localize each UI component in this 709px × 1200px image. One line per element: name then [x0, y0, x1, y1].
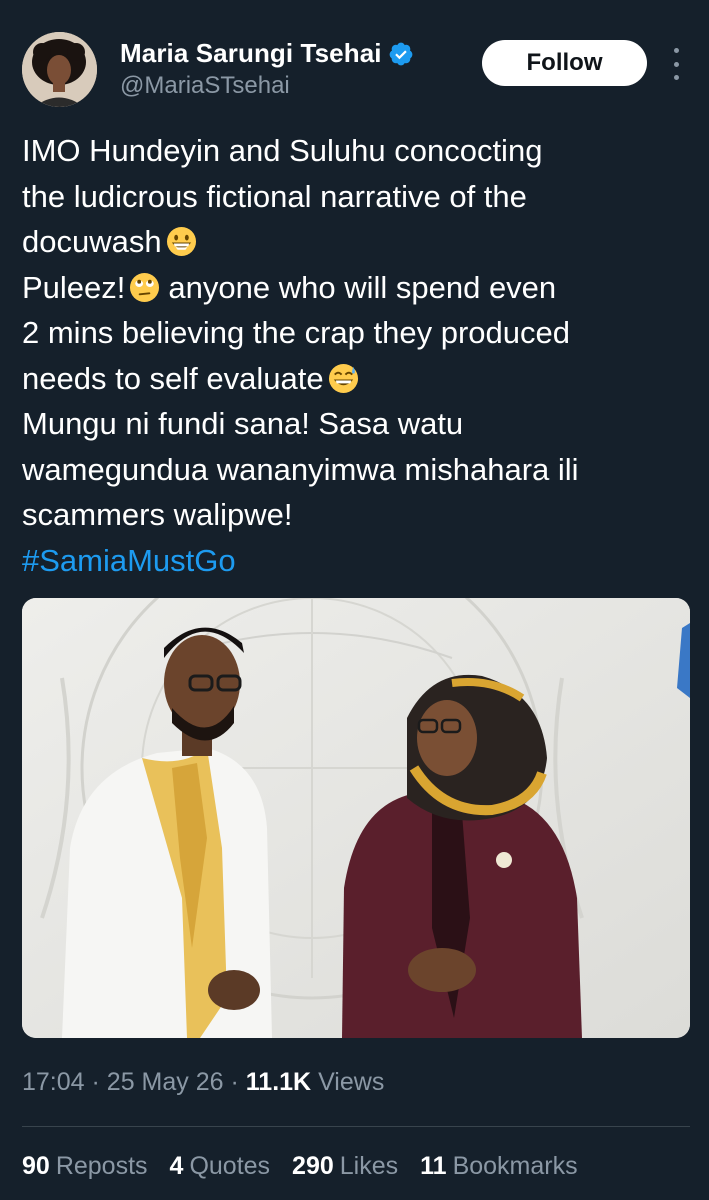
tweet-line: scammers walipwe! — [22, 492, 682, 538]
tweet-line-text: docuwash — [22, 224, 162, 259]
author-name-row[interactable]: Maria Sarungi Tsehai — [120, 38, 414, 69]
author-handle[interactable]: @MariaSTsehai — [120, 72, 290, 100]
eye-roll-emoji-icon — [129, 272, 160, 303]
bookmarks-stat[interactable]: 11 Bookmarks — [420, 1152, 577, 1181]
tweet-line: wamegundua wananyimwa mishahara ili — [22, 447, 682, 493]
tweet-line-text: scammers walipwe! — [22, 497, 293, 532]
reposts-label: Reposts — [55, 1152, 148, 1180]
tweet-line: Mungu ni fundi sana! Sasa watu — [22, 401, 682, 447]
tweet-text: IMO Hundeyin and Suluhu concocting the l… — [22, 128, 682, 583]
views-label: Views — [318, 1068, 385, 1096]
tweet-line: needs to self evaluate — [22, 356, 682, 402]
quotes-stat[interactable]: 4 Quotes — [170, 1152, 271, 1181]
tweet-line: Puleez! anyone who will spend even — [22, 265, 682, 311]
bookmarks-label: Bookmarks — [452, 1152, 578, 1180]
quotes-label: Quotes — [189, 1152, 271, 1180]
likes-label: Likes — [339, 1152, 399, 1180]
tweet-line-text: needs to self evaluate — [22, 360, 324, 396]
quotes-count: 4 — [169, 1152, 184, 1180]
reposts-count: 90 — [22, 1152, 50, 1180]
tweet-time[interactable]: 17:04 — [22, 1068, 85, 1096]
tweet-line-text: 2 mins believing the crap they produced — [22, 315, 570, 350]
photo-image — [22, 598, 690, 1038]
tweet-line-text: anyone who will spend even — [168, 269, 557, 305]
likes-stat[interactable]: 290 Likes — [292, 1152, 398, 1181]
reposts-stat[interactable]: 90 Reposts — [22, 1152, 148, 1181]
tweet-line-text: Mungu ni fundi sana! Sasa watu — [22, 406, 464, 441]
avatar-image — [22, 32, 97, 107]
meta-separator: · — [91, 1068, 100, 1096]
grinning-emoji-icon — [166, 226, 197, 257]
tweet-date[interactable]: 25 May 26 — [107, 1068, 224, 1096]
tweet-meta: 17:04 · 25 May 26 · 11.1K Views — [22, 1068, 384, 1097]
more-dot — [673, 48, 679, 53]
follow-button[interactable]: Follow — [482, 40, 647, 86]
tweet-card: Maria Sarungi Tsehai @MariaSTsehai Follo… — [0, 0, 709, 1200]
more-options-icon[interactable] — [668, 48, 684, 80]
likes-count: 290 — [292, 1152, 334, 1180]
tweet-photo[interactable] — [22, 598, 690, 1038]
more-dot — [673, 61, 679, 67]
tweet-line: the ludicrous fictional narrative of the — [22, 174, 682, 220]
bookmarks-count: 11 — [420, 1152, 447, 1180]
views-count: 11.1K — [245, 1068, 312, 1096]
tweet-line-text: the ludicrous fictional narrative of the — [22, 178, 527, 214]
tweet-line: docuwash — [22, 219, 682, 265]
tweet-line-text: wamegundua wananyimwa mishahara ili — [22, 451, 579, 487]
tweet-line-text: Puleez! — [22, 269, 126, 305]
tweet-line: #SamiaMustGo — [22, 538, 682, 584]
divider — [22, 1126, 690, 1127]
tweet-line: IMO Hundeyin and Suluhu concocting — [22, 128, 682, 174]
more-dot — [673, 75, 679, 80]
tweet-line: 2 mins believing the crap they produced — [22, 310, 682, 356]
sweat-smile-emoji-icon — [328, 363, 359, 394]
author-avatar[interactable] — [22, 32, 97, 107]
hashtag-link[interactable]: #SamiaMustGo — [22, 543, 236, 578]
verified-badge-icon — [388, 41, 414, 67]
tweet-line-text: IMO Hundeyin and Suluhu concocting — [22, 133, 543, 168]
meta-separator: · — [230, 1068, 239, 1096]
engagement-stats: 90 Reposts 4 Quotes 290 Likes 11 Bookmarks — [22, 1152, 578, 1181]
author-display-name[interactable]: Maria Sarungi Tsehai — [120, 38, 382, 69]
